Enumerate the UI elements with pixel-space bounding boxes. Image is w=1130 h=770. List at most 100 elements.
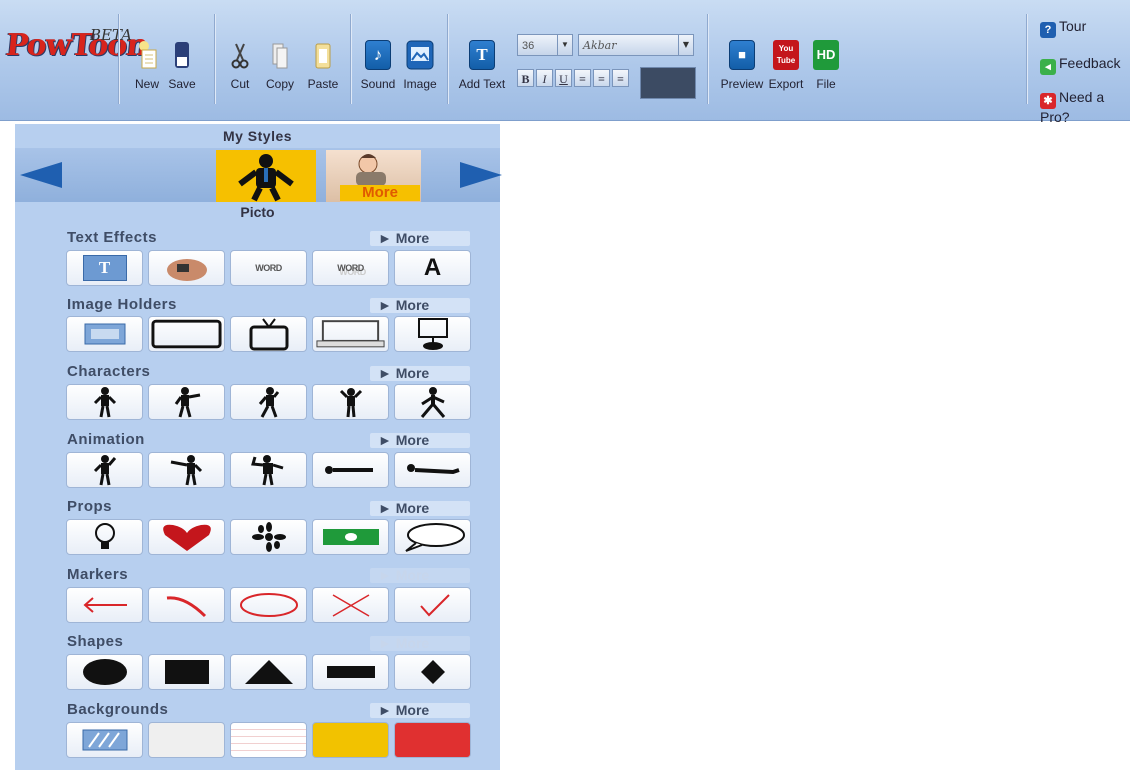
underline-button[interactable]: U (555, 69, 572, 87)
export-button[interactable]: You Tube Export (766, 22, 806, 102)
marker-item[interactable] (394, 587, 471, 623)
carousel-next-arrow-icon[interactable] (460, 162, 502, 188)
tv-icon (249, 318, 288, 351)
marker-item[interactable] (312, 587, 389, 623)
more-backgrounds-button[interactable]: ► More (370, 703, 470, 718)
carousel-prev-arrow-icon[interactable] (20, 162, 62, 188)
character-item[interactable] (394, 384, 471, 420)
more-animation-button[interactable]: ► More (370, 433, 470, 448)
feedback-link[interactable]: ◂ Feedback (1040, 55, 1120, 75)
more-text-effects-button[interactable]: ► More (370, 231, 470, 246)
more-props-button[interactable]: ► More (370, 501, 470, 516)
character-item[interactable] (66, 384, 143, 420)
cut-label: Cut (230, 77, 250, 91)
background-item[interactable] (148, 722, 225, 758)
chevron-down-icon: ▼ (557, 35, 572, 55)
presenting-animation-icon (170, 455, 202, 486)
font-name-select[interactable]: Akbar ▼ (578, 34, 694, 56)
prop-item[interactable] (230, 519, 307, 555)
cut-button[interactable]: Cut (224, 22, 256, 102)
more-shapes-button[interactable]: ► More (370, 636, 470, 651)
marker-item[interactable] (148, 587, 225, 623)
image-holder-item[interactable] (230, 316, 307, 352)
image-holder-item[interactable] (394, 316, 471, 352)
style-tile-picto[interactable] (216, 150, 316, 202)
new-button[interactable]: New (130, 22, 164, 102)
youtube-badge-bottom: Tube (776, 56, 796, 65)
text-color-picker[interactable] (640, 67, 696, 99)
text-box-t-icon: T (82, 255, 127, 281)
image-holder-item[interactable] (148, 316, 225, 352)
bold-button[interactable]: B (517, 69, 534, 87)
font-size-select[interactable]: 36 ▼ (517, 34, 573, 56)
animation-item[interactable] (66, 452, 143, 488)
background-item[interactable] (230, 722, 307, 758)
preview-button[interactable]: ■ Preview (718, 22, 766, 102)
chevron-down-icon: ▼ (678, 35, 693, 55)
money-bill-icon (322, 529, 379, 545)
add-text-button[interactable]: T Add Text (456, 22, 508, 102)
tour-link[interactable]: ? Tour (1040, 18, 1086, 38)
shape-item[interactable] (148, 654, 225, 690)
background-item[interactable] (66, 722, 143, 758)
lying-animation-icon (324, 466, 373, 474)
marker-item[interactable] (66, 587, 143, 623)
text-effect-item[interactable]: WORD (230, 250, 307, 286)
prop-item[interactable] (394, 519, 471, 555)
sound-button[interactable]: ♪ Sound (358, 22, 398, 102)
lightbulb-icon (94, 523, 115, 549)
animation-item[interactable] (312, 452, 389, 488)
align-right-button[interactable]: ≡ (612, 69, 629, 87)
file-button[interactable]: HD File (808, 22, 844, 102)
marker-item[interactable] (230, 587, 307, 623)
more-markers-button[interactable]: ► More (370, 568, 470, 583)
prop-item[interactable] (66, 519, 143, 555)
shape-item[interactable] (66, 654, 143, 690)
photo-frame-icon (84, 323, 125, 345)
preview-label: Preview (720, 77, 764, 91)
align-left-button[interactable]: ≡ (574, 69, 591, 87)
more-characters-button[interactable]: ► More (370, 366, 470, 381)
megaphone-icon: ◂ (1040, 59, 1056, 75)
prop-item[interactable] (312, 519, 389, 555)
image-holders-row (66, 316, 471, 354)
circle-marker-icon (239, 593, 298, 617)
italic-button[interactable]: I (536, 69, 553, 87)
background-item[interactable] (394, 722, 471, 758)
text-effect-item[interactable] (148, 250, 225, 286)
animation-item[interactable] (148, 452, 225, 488)
new-label: New (134, 77, 159, 91)
character-item[interactable] (148, 384, 225, 420)
toolbar-separator (1026, 14, 1027, 104)
text-effect-item[interactable]: T (66, 250, 143, 286)
text-effect-item[interactable]: WORD (312, 250, 389, 286)
align-center-button[interactable]: ≡ (593, 69, 610, 87)
prop-item[interactable] (148, 519, 225, 555)
panel-header: My Styles (222, 128, 293, 144)
music-note-icon: ♪ (365, 40, 391, 70)
text-effect-item[interactable]: A (394, 250, 471, 286)
font-name-value: Akbar (583, 39, 617, 52)
diamond-shape-icon (420, 660, 445, 684)
hand-writing-icon (166, 259, 207, 281)
shape-item[interactable] (230, 654, 307, 690)
background-item[interactable] (312, 722, 389, 758)
copy-button[interactable]: Copy (262, 22, 298, 102)
need-pro-link[interactable]: ✱ Need a Pro? (1040, 89, 1130, 125)
character-item[interactable] (312, 384, 389, 420)
paste-button[interactable]: Paste (304, 22, 342, 102)
animation-item[interactable] (394, 452, 471, 488)
desktop-computer-icon (417, 318, 448, 350)
section-title-props: Props (67, 498, 113, 515)
shape-item[interactable] (394, 654, 471, 690)
check-marker-icon (419, 594, 450, 617)
animation-item[interactable] (230, 452, 307, 488)
more-image-holders-button[interactable]: ► More (370, 298, 470, 313)
sound-label: Sound (360, 77, 396, 91)
image-holder-item[interactable] (66, 316, 143, 352)
character-item[interactable] (230, 384, 307, 420)
shape-item[interactable] (312, 654, 389, 690)
image-button[interactable]: Image (400, 22, 440, 102)
save-button[interactable]: Save (166, 22, 198, 102)
image-holder-item[interactable] (312, 316, 389, 352)
